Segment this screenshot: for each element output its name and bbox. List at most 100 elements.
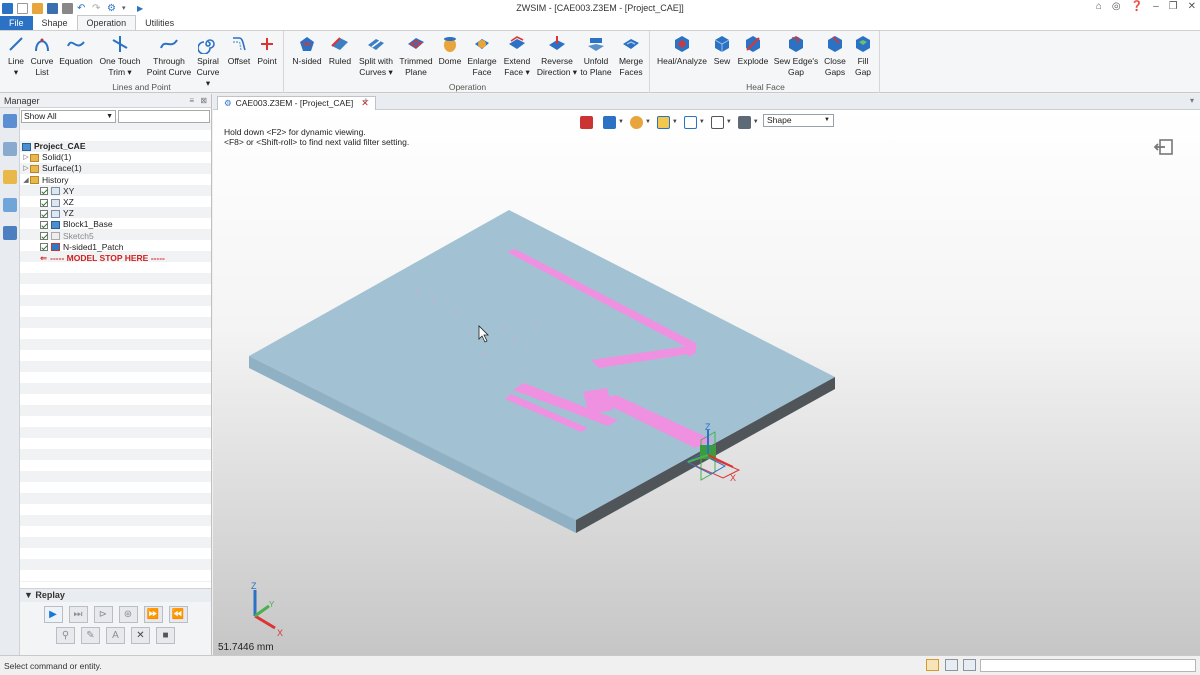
view-manager-icon[interactable]	[2, 198, 17, 212]
model-stop-marker[interactable]: ⇐ ----- MODEL STOP HERE -----	[20, 253, 211, 264]
tab-file[interactable]: File	[0, 16, 33, 30]
chevron-down-icon[interactable]: ▼	[618, 119, 624, 125]
visibility-checkbox[interactable]	[40, 198, 48, 207]
tree-node-sketch[interactable]: Sketch5	[20, 231, 211, 242]
assembly-manager-icon[interactable]	[2, 142, 17, 156]
replay-format-button[interactable]: A	[106, 627, 125, 644]
tree-node-root[interactable]: Project_CAE	[20, 141, 211, 152]
replay-stop-button[interactable]: ■	[156, 627, 175, 644]
chevron-down-icon[interactable]: ▼	[753, 119, 759, 125]
split-with-curves-button[interactable]: Split with Curves ▾	[356, 34, 396, 78]
app-icon[interactable]	[2, 2, 13, 14]
section-view-icon[interactable]	[683, 115, 697, 129]
redo-icon[interactable]: ↷	[92, 3, 103, 14]
tree-node-xz[interactable]: XZ	[20, 197, 211, 208]
curve-list-button[interactable]: Curve List	[29, 34, 55, 78]
replay-delete-button[interactable]: ✕	[131, 627, 150, 644]
filter-search-input[interactable]	[118, 110, 210, 123]
fill-gap-button[interactable]: Fill Gap	[850, 34, 876, 78]
chevron-down-icon[interactable]: ▼	[645, 119, 651, 125]
spiral-curve-button[interactable]: Spiral Curve ▾	[194, 34, 222, 89]
merge-faces-button[interactable]: Merge Faces	[615, 34, 647, 78]
sew-button[interactable]: Sew	[711, 34, 733, 67]
history-manager-icon[interactable]	[2, 114, 17, 128]
offset-button[interactable]: Offset	[225, 34, 253, 67]
ruled-button[interactable]: Ruled	[326, 34, 354, 67]
panel-close-icon[interactable]: ⊠	[200, 96, 207, 105]
replay-play-button[interactable]: ▶	[43, 606, 63, 623]
print-icon[interactable]	[62, 2, 73, 14]
explode-button[interactable]: Explode	[736, 34, 770, 67]
shape-filter-dropdown[interactable]: Shape ▼	[763, 114, 834, 127]
help-icon[interactable]: ❓	[1131, 1, 1143, 12]
measure-icon[interactable]	[710, 115, 724, 129]
sew-edges-gap-button[interactable]: Sew Edge's Gap	[773, 34, 819, 78]
settings-icon[interactable]: ⚙	[107, 3, 118, 14]
restore-icon[interactable]: ❐	[1169, 1, 1178, 12]
display-icon[interactable]	[656, 115, 670, 129]
replay-link-button[interactable]: ⚲	[56, 627, 75, 644]
render-mode-icon[interactable]	[629, 115, 643, 129]
open-folder-icon[interactable]	[32, 2, 43, 14]
tab-utilities[interactable]: Utilities	[136, 16, 183, 30]
close-gaps-button[interactable]: Close Gaps	[821, 34, 849, 78]
replay-next-button[interactable]: ⊳	[93, 606, 113, 623]
model-view[interactable]: Z X	[213, 110, 1200, 655]
equation-button[interactable]: Equation	[57, 34, 95, 67]
visibility-checkbox[interactable]	[40, 243, 48, 252]
expand-arrow-icon[interactable]: ▷	[22, 163, 30, 174]
heal-analyze-button[interactable]: Heal/Analyze	[655, 34, 709, 67]
user-icon[interactable]	[2, 226, 17, 240]
collapse-arrow-icon[interactable]: ◢	[22, 175, 30, 186]
visibility-checkbox[interactable]	[40, 209, 48, 218]
exit-icon[interactable]	[1154, 138, 1174, 156]
tree-node-history[interactable]: ◢ History	[20, 175, 211, 186]
replay-step-forward-button[interactable]: ⏭	[68, 606, 88, 623]
chevron-down-icon[interactable]: ▾	[122, 3, 133, 14]
reverse-direction-button[interactable]: Reverse Direction ▾	[536, 34, 578, 78]
background-icon[interactable]	[737, 115, 751, 129]
visibility-checkbox[interactable]	[40, 232, 48, 241]
chevron-down-icon[interactable]: ▼	[726, 119, 732, 125]
play-icon[interactable]: ▶	[137, 3, 148, 14]
dome-button[interactable]: Dome	[436, 34, 464, 67]
minimize-icon[interactable]: –	[1153, 1, 1159, 12]
point-button[interactable]: Point	[254, 34, 280, 67]
tree-node-xy[interactable]: XY	[20, 186, 211, 197]
3d-viewport[interactable]: Z X Hold down <F2> for dynamic viewing. …	[213, 110, 1200, 655]
filter-dropdown[interactable]: Show All ▼	[21, 110, 116, 123]
command-input[interactable]	[980, 659, 1196, 672]
new-file-icon[interactable]	[17, 2, 28, 14]
view-cube-icon[interactable]	[603, 115, 616, 129]
replay-fast-forward-button[interactable]: ⏩	[143, 606, 163, 623]
n-sided-button[interactable]: N-sided	[290, 34, 324, 67]
expand-arrow-icon[interactable]: ▷	[22, 152, 30, 163]
trimmed-plane-button[interactable]: Trimmed Plane	[398, 34, 434, 78]
new-tab-icon[interactable]: +	[363, 96, 369, 107]
chevron-down-icon[interactable]: ▼	[699, 119, 705, 125]
visibility-checkbox[interactable]	[40, 220, 48, 229]
visibility-checkbox[interactable]	[40, 187, 48, 196]
tree-node-yz[interactable]: YZ	[20, 208, 211, 219]
exit-view-icon[interactable]	[580, 115, 593, 129]
globe-icon[interactable]: ◎	[1112, 1, 1121, 12]
close-icon[interactable]: ✕	[1188, 1, 1196, 12]
home-icon[interactable]: ⌂	[1096, 1, 1102, 12]
through-point-curve-button[interactable]: Through Point Curve	[146, 34, 192, 78]
replay-header[interactable]: ▼ Replay	[20, 589, 211, 602]
enlarge-face-button[interactable]: Enlarge Face	[466, 34, 498, 78]
chevron-down-icon[interactable]: ▼	[672, 119, 678, 125]
line-button[interactable]: Line ▾	[3, 34, 29, 78]
tree-node-block[interactable]: Block1_Base	[20, 219, 211, 230]
panel-layout-icon[interactable]	[963, 659, 976, 671]
display-mode-icon[interactable]	[945, 659, 958, 671]
board-top-face[interactable]	[249, 210, 835, 520]
extend-face-button[interactable]: Extend Face ▾	[500, 34, 534, 78]
one-touch-trim-button[interactable]: One Touch Trim ▾	[98, 34, 142, 78]
part-library-icon[interactable]	[2, 170, 17, 184]
replay-loop-button[interactable]: ⊛	[118, 606, 138, 623]
tree-node-solid[interactable]: ▷ Solid(1)	[20, 152, 211, 163]
unfold-to-plane-button[interactable]: Unfold to Plane	[579, 34, 613, 78]
tab-shape[interactable]: Shape	[33, 16, 77, 30]
tree-node-patch[interactable]: N-sided1_Patch	[20, 242, 211, 253]
